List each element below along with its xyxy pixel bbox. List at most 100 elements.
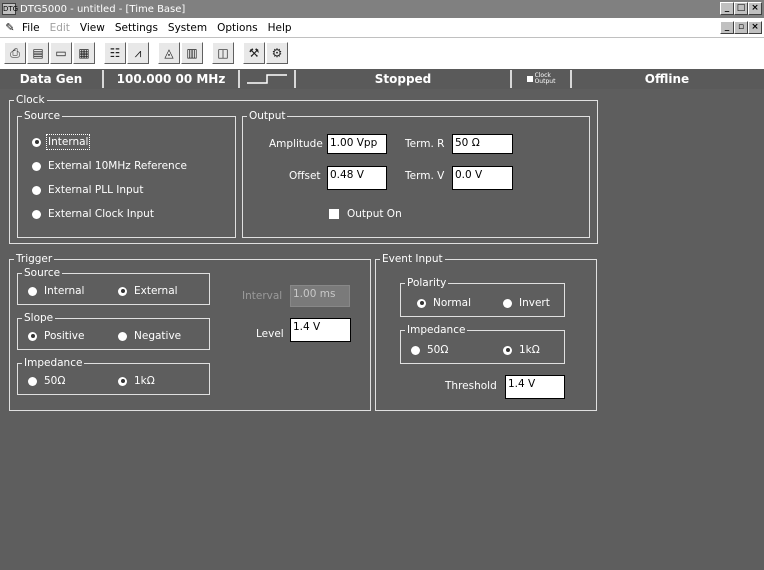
menu-file[interactable]: File [22,22,40,34]
app-icon: DTG [2,3,19,15]
menu-options[interactable]: Options [217,22,258,34]
close-button[interactable]: × [748,2,762,15]
event-impedance-group: Impedance 50Ω 1kΩ [400,323,565,364]
radio-selected-icon [118,286,127,296]
trigger-source-internal-radio[interactable]: Internal [28,285,84,297]
interval-field: 1.00 ms [290,285,350,307]
trigger-impedance-group: Impedance 50Ω 1kΩ [17,356,210,395]
level-label: Level [256,328,284,340]
event-polarity-legend: Polarity [405,276,449,290]
trigger-slope-negative-radio[interactable]: Negative [118,330,181,342]
clock-output-indicator: Clock Output [512,70,572,88]
document-icon[interactable]: ✎ [2,21,18,35]
radio-selected-icon [417,298,426,308]
radio-icon [411,345,420,355]
radio-icon [28,376,37,386]
toolbar: ⎙ ▤ ▭ ▦ ☷ ⩘ ◬ ▥ ◫ ⚒ ⚙ [0,38,764,68]
wrench-icon[interactable]: ⚙ [266,42,288,64]
radio-icon [118,331,127,341]
menu-view[interactable]: View [80,22,105,34]
trigger-group: Trigger Source Internal External Slope P… [9,252,371,411]
clock-source-internal-radio[interactable]: Internal [32,134,91,150]
checkbox-icon [329,209,339,219]
sequence-icon[interactable]: ▥ [181,42,203,64]
amplitude-label: Amplitude [269,138,323,150]
waveform-icon[interactable]: ⩘ [127,42,149,64]
clock-output-legend: Output [247,109,288,123]
menu-help[interactable]: Help [268,22,292,34]
radio-icon [28,286,37,296]
pattern-editor-icon[interactable]: ◬ [158,42,180,64]
radio-selected-icon [28,331,37,341]
radio-selected-icon [32,137,41,147]
maximize-button[interactable]: □ [734,2,748,15]
clock-source-ext-pll-radio[interactable]: External PLL Input [32,184,143,196]
trigger-source-group: Source Internal External [17,266,210,305]
menu-settings[interactable]: Settings [115,22,158,34]
event-impedance-1k-radio[interactable]: 1kΩ [503,344,540,356]
run-state: Stopped [296,70,512,88]
minimize-button[interactable]: _ [720,2,734,15]
trigger-impedance-1k-radio[interactable]: 1kΩ [118,375,155,387]
term-v-field[interactable]: 0.0 V [452,166,513,190]
clock-legend: Clock [14,93,47,107]
radio-selected-icon [118,376,127,386]
printer-icon[interactable]: ⎙ [4,42,26,64]
trigger-slope-legend: Slope [22,311,56,325]
radio-icon [503,298,512,308]
connection-status: Offline [644,72,690,86]
clock-source-ext-10mhz-radio[interactable]: External 10MHz Reference [32,160,187,172]
clock-output-group: Output Amplitude 1.00 Vpp Term. R 50 Ω O… [242,109,590,238]
amplitude-field[interactable]: 1.00 Vpp [327,134,387,154]
indicator-square-icon [526,76,533,82]
term-v-label: Term. V [405,170,445,182]
threshold-field[interactable]: 1.4 V [505,375,565,399]
channel-list-icon[interactable]: ☷ [104,42,126,64]
event-input-legend: Event Input [380,252,445,266]
menu-system[interactable]: System [168,22,207,34]
trigger-legend: Trigger [14,252,55,266]
print-preview-icon[interactable]: ▤ [27,42,49,64]
radio-icon [32,161,41,171]
term-r-label: Term. R [405,138,445,150]
blocks-icon[interactable]: ◫ [212,42,234,64]
trigger-slope-group: Slope Positive Negative [17,311,210,350]
offset-field[interactable]: 0.48 V [327,166,387,190]
menu-bar: ✎ File Edit View Settings System Options… [0,18,764,38]
clock-waveform-icon [240,70,296,88]
menu-edit: Edit [49,21,70,34]
level-field[interactable]: 1.4 V [290,318,351,342]
mdi-close-button[interactable]: × [748,21,762,34]
trigger-source-legend: Source [22,266,63,280]
open-icon[interactable]: ▭ [50,42,72,64]
radio-icon [32,185,41,195]
mode-indicator: Data Gen [0,70,104,88]
trigger-source-external-radio[interactable]: External [118,285,178,297]
time-base-panel: Clock Source Internal External 10MHz Ref… [0,89,764,570]
trigger-impedance-legend: Impedance [22,356,85,370]
event-input-group: Event Input Polarity Normal Invert Imped… [375,252,597,411]
clock-output-line2: Output [534,78,556,85]
clock-group: Clock Source Internal External 10MHz Ref… [9,93,598,244]
event-polarity-group: Polarity Normal Invert [400,276,565,317]
term-r-field[interactable]: 50 Ω [452,134,513,154]
status-bar: Data Gen 100.000 00 MHz Stopped Clock Ou… [0,69,764,89]
trigger-slope-positive-radio[interactable]: Positive [28,330,84,342]
event-impedance-legend: Impedance [405,323,468,337]
clock-source-ext-clock-radio[interactable]: External Clock Input [32,208,154,220]
event-polarity-invert-radio[interactable]: Invert [503,297,550,309]
clock-source-group: Source Internal External 10MHz Reference… [17,109,236,238]
radio-selected-icon [503,345,512,355]
window-title: DTG5000 - untitled - [Time Base] [20,3,186,15]
trigger-impedance-50-radio[interactable]: 50Ω [28,375,65,387]
radio-icon [32,209,41,219]
interval-label: Interval [242,290,283,302]
mdi-restore-button[interactable]: ▫ [734,21,748,34]
event-polarity-normal-radio[interactable]: Normal [417,297,471,309]
output-on-checkbox[interactable]: Output On [329,208,402,220]
grid-icon[interactable]: ▦ [73,42,95,64]
event-impedance-50-radio[interactable]: 50Ω [411,344,448,356]
mdi-minimize-button[interactable]: _ [720,21,734,34]
clock-source-legend: Source [22,109,63,123]
tools-icon[interactable]: ⚒ [243,42,265,64]
